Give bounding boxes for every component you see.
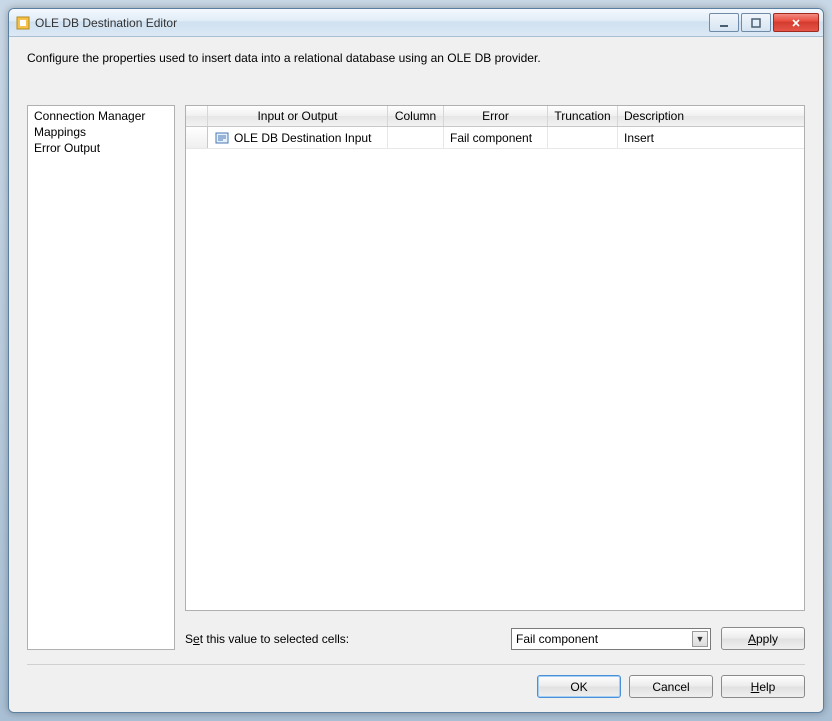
error-output-grid[interactable]: Input or Output Column Error Truncation … [185, 105, 805, 611]
grid-header-io[interactable]: Input or Output [208, 106, 388, 126]
set-value-combo[interactable]: Fail component ▼ [511, 628, 711, 650]
apply-button[interactable]: Apply [721, 627, 805, 650]
ok-button[interactable]: OK [537, 675, 621, 698]
grid-header-column[interactable]: Column [388, 106, 444, 126]
set-value-row: Set this value to selected cells: Fail c… [185, 627, 805, 650]
grid-cell-io[interactable]: OLE DB Destination Input [208, 127, 388, 148]
grid-header-error[interactable]: Error [444, 106, 548, 126]
grid-cell-error[interactable]: Fail component [444, 127, 548, 148]
grid-corner [186, 106, 208, 126]
dialog-footer: OK Cancel Help [27, 675, 805, 698]
grid-row[interactable]: OLE DB Destination Input Fail component … [186, 127, 804, 149]
grid-header-row: Input or Output Column Error Truncation … [186, 106, 804, 127]
client-area: Configure the properties used to insert … [9, 37, 823, 712]
grid-header-truncation[interactable]: Truncation [548, 106, 618, 126]
category-sidebar[interactable]: Connection Manager Mappings Error Output [27, 105, 175, 650]
content-column: Input or Output Column Error Truncation … [185, 105, 805, 650]
input-node-icon [214, 130, 230, 146]
grid-cell-truncation[interactable] [548, 127, 618, 148]
sidebar-item-connection-manager[interactable]: Connection Manager [30, 108, 172, 124]
minimize-button[interactable] [709, 13, 739, 32]
grid-header-description[interactable]: Description [618, 106, 804, 126]
grid-cell-io-text: OLE DB Destination Input [234, 131, 371, 145]
combo-selected-text: Fail component [516, 632, 598, 646]
app-icon [15, 15, 31, 31]
cancel-button[interactable]: Cancel [629, 675, 713, 698]
titlebar[interactable]: OLE DB Destination Editor [9, 9, 823, 37]
help-button[interactable]: Help [721, 675, 805, 698]
grid-row-header[interactable] [186, 127, 208, 148]
separator [27, 664, 805, 665]
grid-cell-column[interactable] [388, 127, 444, 148]
close-button[interactable] [773, 13, 819, 32]
sidebar-item-error-output[interactable]: Error Output [30, 140, 172, 156]
sidebar-item-mappings[interactable]: Mappings [30, 124, 172, 140]
maximize-button[interactable] [741, 13, 771, 32]
window-controls [707, 13, 819, 32]
dialog-window: OLE DB Destination Editor Configure the … [8, 8, 824, 713]
set-value-label: Set this value to selected cells: [185, 632, 501, 646]
dialog-description: Configure the properties used to insert … [27, 51, 805, 65]
main-layout: Connection Manager Mappings Error Output… [27, 105, 805, 650]
window-title: OLE DB Destination Editor [35, 16, 707, 30]
chevron-down-icon: ▼ [692, 631, 708, 647]
grid-cell-description[interactable]: Insert [618, 127, 804, 148]
